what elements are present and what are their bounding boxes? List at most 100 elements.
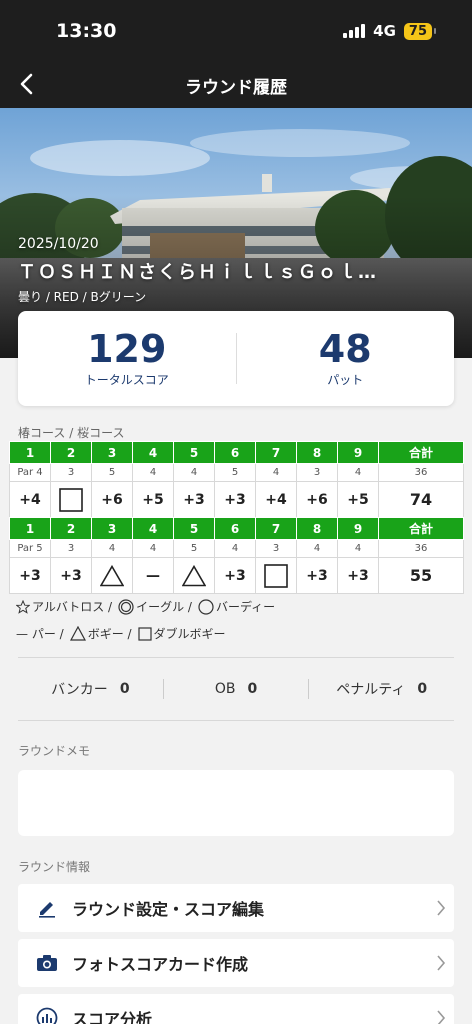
status-bar: 13:30 4G 75 — [0, 0, 472, 62]
stat-bunker: バンカー 0 — [51, 681, 130, 698]
hole-number: 1 — [9, 517, 51, 540]
round-date: 2025/10/20 — [18, 236, 99, 252]
hole-number-row: 1 2 3 4 5 6 7 8 9 合計 — [9, 441, 464, 464]
par-value: 4 — [296, 539, 338, 558]
par-value: 4 — [173, 463, 215, 482]
hole-score: +6 — [91, 481, 133, 518]
edit-settings-label: ラウンド設定・スコア編集 — [72, 900, 265, 919]
hole-score: +5 — [337, 481, 379, 518]
double-bogey-square-icon — [264, 563, 288, 588]
total-header: 合計 — [378, 517, 464, 540]
hole-score-text: +3 — [347, 567, 369, 584]
hole-number: 3 — [91, 517, 133, 540]
par-row: Par 4 3 5 4 4 5 4 3 4 36 — [9, 463, 464, 482]
nav-bar: ラウンド履歴 — [0, 62, 472, 108]
info-title: ラウンド情報 — [18, 860, 91, 874]
hole-score-text: +3 — [183, 491, 205, 508]
score-total: 55 — [378, 557, 464, 594]
chart-icon — [36, 1007, 58, 1024]
hole-score — [255, 557, 297, 594]
hole-score-text: +3 — [224, 491, 246, 508]
hole-score-text: +3 — [19, 567, 41, 584]
hole-number: 5 — [173, 441, 215, 464]
hole-number: 1 — [9, 441, 51, 464]
legend-row-1: アルバトロス / イーグル / バーディー — [16, 598, 281, 615]
hole-number: 5 — [173, 517, 215, 540]
legend-double-bogey: ダブルボギー — [137, 625, 226, 642]
status-time: 13:30 — [56, 20, 117, 42]
par-value: 4 — [214, 539, 256, 558]
putts-label: パット — [327, 372, 364, 387]
hole-score: +5 — [132, 481, 174, 518]
score-total: 74 — [378, 481, 464, 518]
bogey-triangle-icon — [100, 564, 124, 586]
par-value: 4 — [255, 463, 297, 482]
par-row: Par 5 3 4 4 5 4 3 4 4 36 — [9, 539, 464, 558]
par-value: 4 — [132, 539, 174, 558]
par-value: 5 — [91, 463, 133, 482]
putts-block: 48 パット — [237, 311, 455, 406]
hole-score-text: +4 — [19, 491, 41, 508]
status-indicators: 4G 75 — [343, 22, 437, 40]
hole-number: 4 — [132, 517, 174, 540]
stats-row: バンカー 0 OB 0 ペナルティ 0 — [18, 668, 454, 710]
memo-title: ラウンドメモ — [18, 744, 91, 758]
hole-score: +3 — [9, 557, 51, 594]
par-label: Par 4 — [9, 463, 51, 482]
hole-number: 2 — [50, 517, 92, 540]
par-value: 3 — [296, 463, 338, 482]
photo-scorecard-label: フォトスコアカード作成 — [72, 955, 249, 974]
hole-number: 3 — [91, 441, 133, 464]
total-score-block: 129 トータルスコア — [18, 311, 236, 406]
par-value: 5 — [173, 539, 215, 558]
course-name: ＴＯＳＨＩＮさくらＨｉｌｌｓＧｏｌ… — [18, 262, 378, 283]
square-icon — [137, 626, 152, 641]
par-value: 3 — [50, 463, 92, 482]
hole-score: +6 — [296, 481, 338, 518]
round-conditions: 曇り / RED / Bグリーン — [18, 290, 147, 304]
hole-score-text: +3 — [224, 567, 246, 584]
stat-ob: OB 0 — [214, 681, 258, 697]
hole-score: +3 — [214, 557, 256, 594]
score-analysis-button[interactable]: スコア分析 — [18, 994, 454, 1024]
photo-scorecard-button[interactable]: フォトスコアカード作成 — [18, 939, 454, 987]
par-value: 3 — [255, 539, 297, 558]
memo-box[interactable] — [18, 770, 454, 836]
score-analysis-label: スコア分析 — [72, 1010, 153, 1024]
page-title: ラウンド履歴 — [185, 78, 287, 98]
hole-score — [50, 481, 92, 518]
hole-number-row: 1 2 3 4 5 6 7 8 9 合計 — [9, 517, 464, 540]
course-label: 椿コース / 桜コース — [18, 426, 125, 440]
hole-number: 6 — [214, 517, 256, 540]
chevron-right-icon — [428, 899, 454, 917]
hole-score: — — [132, 557, 174, 594]
hole-number: 9 — [337, 517, 379, 540]
hole-number: 7 — [255, 441, 297, 464]
chevron-right-icon — [428, 1009, 454, 1024]
hole-score: +3 — [173, 481, 215, 518]
hole-score-text: +4 — [265, 491, 287, 508]
hole-score: +4 — [9, 481, 51, 518]
hole-score-text: +3 — [306, 567, 328, 584]
par-total: 36 — [378, 463, 464, 482]
hole-number: 8 — [296, 441, 338, 464]
hole-score: +4 — [255, 481, 297, 518]
total-header: 合計 — [378, 441, 464, 464]
stat-penalty: ペナルティ 0 — [336, 681, 428, 698]
scorecard-back: 1 2 3 4 5 6 7 8 9 合計 Par 5 3 4 4 5 4 3 4 4 36 +3 +3— +3 +3 +3 55 — [9, 517, 464, 594]
hole-score: +3 — [214, 481, 256, 518]
circle-icon — [198, 598, 214, 615]
par-value: 4 — [337, 463, 379, 482]
score-row: +4 +6 +5 +3 +3 +4 +6 +5 74 — [9, 481, 464, 518]
camera-icon — [36, 952, 58, 974]
edit-settings-button[interactable]: ラウンド設定・スコア編集 — [18, 884, 454, 932]
hole-score-text: — — [146, 567, 160, 584]
par-value: 4 — [91, 539, 133, 558]
battery-icon: 75 — [403, 22, 437, 40]
hole-score-text: +5 — [347, 491, 369, 508]
putts-value: 48 — [318, 326, 372, 371]
hole-score: +3 — [337, 557, 379, 594]
hole-score-text: +5 — [142, 491, 164, 508]
hole-score: +3 — [296, 557, 338, 594]
hole-number: 7 — [255, 517, 297, 540]
